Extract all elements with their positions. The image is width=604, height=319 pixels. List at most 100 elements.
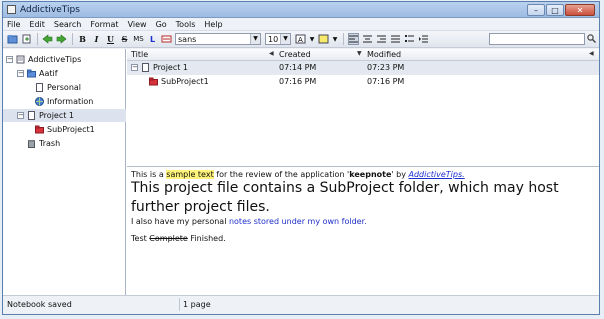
bold-button[interactable]: B <box>77 33 88 45</box>
menu-search[interactable]: Search <box>54 20 81 29</box>
italic-button[interactable]: I <box>91 33 102 45</box>
page-icon <box>36 83 43 92</box>
title-bar: AddictiveTips – □ ✕ <box>3 2 599 18</box>
text-color-dropdown[interactable]: ▼ <box>309 33 315 45</box>
status-message: Notebook saved <box>7 300 72 309</box>
new-folder-button[interactable] <box>7 33 18 45</box>
highlight-color-button[interactable] <box>318 33 329 45</box>
content-pane: Title ◀ Created ▼ Modified ◀ − Project 1… <box>127 49 599 296</box>
align-center-button[interactable] <box>362 33 373 45</box>
row-created: 07:16 PM <box>279 77 317 86</box>
align-center-icon <box>363 35 372 43</box>
page-count: 1 page <box>183 300 211 309</box>
page-icon <box>28 111 35 120</box>
toolbar: B I U S MS L sans ▼ 10 ▼ A ▼ ▼ <box>3 31 599 48</box>
editor-text: This is a <box>131 170 167 179</box>
maximize-button[interactable]: □ <box>546 3 564 16</box>
row-title: Project 1 <box>153 63 189 72</box>
new-folder-icon <box>7 35 18 44</box>
close-button[interactable]: ✕ <box>565 3 595 16</box>
strikethrough-button[interactable]: S <box>119 33 130 45</box>
tree-item-aatif[interactable]: − Aatif <box>17 67 58 80</box>
column-title[interactable]: Title <box>131 50 148 59</box>
row-modified: 07:23 PM <box>367 63 405 72</box>
back-button[interactable] <box>42 33 53 45</box>
blue-text: notes stored under my own folder. <box>228 217 367 226</box>
chevron-down-icon: ▼ <box>250 34 260 44</box>
toolbar-separator <box>72 33 73 45</box>
search-icon[interactable] <box>587 34 596 43</box>
monospace-button[interactable]: MS <box>133 33 144 45</box>
main-area: − AddictiveTips − Aatif Personal Informa… <box>3 49 599 296</box>
tree-item-subproject1[interactable]: SubProject1 <box>35 123 95 136</box>
hyperlink[interactable]: AddictiveTips. <box>409 170 465 179</box>
list-row[interactable]: SubProject1 07:16 PM 07:16 PM <box>127 75 599 89</box>
justify-icon <box>391 35 400 43</box>
collapse-toggle[interactable]: − <box>131 64 138 71</box>
collapse-toggle[interactable]: − <box>17 70 24 77</box>
svg-text:A: A <box>298 36 303 44</box>
toolbar-separator <box>37 33 38 45</box>
tree-item-label: AddictiveTips <box>28 55 82 64</box>
menu-bar: File Edit Search Format View Go Tools He… <box>3 18 599 31</box>
font-size-select[interactable]: 10 ▼ <box>265 33 291 45</box>
font-family-value: sans <box>178 34 197 44</box>
align-right-button[interactable] <box>376 33 387 45</box>
insert-image-button[interactable] <box>161 33 172 45</box>
text-color-button[interactable]: A <box>295 33 306 45</box>
bullet-list-icon <box>405 35 414 42</box>
highlight-color-dropdown[interactable]: ▼ <box>332 33 338 45</box>
page-icon <box>142 63 149 72</box>
forward-button[interactable] <box>56 33 67 45</box>
app-icon <box>7 5 16 14</box>
underline-button[interactable]: U <box>105 33 116 45</box>
tree-item-addictivetips[interactable]: − AddictiveTips <box>6 53 81 66</box>
indent-button[interactable] <box>418 33 429 45</box>
tree-item-project-1[interactable]: − Project 1 <box>3 109 126 122</box>
tree-item-trash[interactable]: Trash <box>27 137 60 150</box>
editor-paragraph: Test Complete Finished. <box>131 234 595 243</box>
sort-arrow-icon: ▼ <box>357 50 362 57</box>
notebook-tree: − AddictiveTips − Aatif Personal Informa… <box>3 49 126 296</box>
search-input[interactable] <box>489 33 585 45</box>
collapse-toggle[interactable]: − <box>17 112 24 119</box>
menu-help[interactable]: Help <box>204 20 222 29</box>
tree-item-personal[interactable]: Personal <box>35 81 81 94</box>
menu-go[interactable]: Go <box>156 20 167 29</box>
chevron-down-icon: ▼ <box>280 34 290 44</box>
highlighted-text: sample text <box>166 170 214 179</box>
app-window: AddictiveTips – □ ✕ File Edit Search For… <box>2 1 600 315</box>
sort-arrow-icon: ◀ <box>589 50 594 57</box>
collapse-toggle[interactable]: − <box>6 56 13 63</box>
list-row[interactable]: − Project 1 07:14 PM 07:23 PM <box>127 61 599 75</box>
list-header: Title ◀ Created ▼ Modified ◀ <box>127 49 599 61</box>
row-modified: 07:16 PM <box>367 77 405 86</box>
bullet-list-button[interactable] <box>404 33 415 45</box>
note-editor[interactable]: This is a sample text for the review of … <box>127 166 599 296</box>
tree-item-label: Information <box>47 97 94 106</box>
column-created[interactable]: Created <box>279 50 311 59</box>
menu-tools[interactable]: Tools <box>176 20 196 29</box>
menu-view[interactable]: View <box>128 20 147 29</box>
justify-button[interactable] <box>390 33 401 45</box>
status-divider <box>179 298 180 311</box>
indent-icon <box>419 35 428 43</box>
bold-text: keepnote <box>349 170 392 179</box>
red-folder-icon <box>35 125 44 134</box>
link-button[interactable]: L <box>147 33 158 45</box>
toolbar-separator <box>343 33 344 45</box>
editor-text: Finished. <box>187 234 226 243</box>
menu-file[interactable]: File <box>7 20 20 29</box>
column-modified[interactable]: Modified <box>367 50 401 59</box>
text-color-icon: A <box>295 34 306 44</box>
editor-text: for the review of the application ' <box>213 170 350 179</box>
tree-item-label: Aatif <box>39 69 58 78</box>
minimize-button[interactable]: – <box>527 3 545 16</box>
menu-edit[interactable]: Edit <box>29 20 45 29</box>
new-page-button[interactable] <box>21 33 32 45</box>
editor-text: I also have my personal <box>131 217 229 226</box>
menu-format[interactable]: Format <box>90 20 118 29</box>
align-left-button[interactable] <box>348 33 359 45</box>
tree-item-information[interactable]: Information <box>35 95 93 108</box>
font-family-select[interactable]: sans ▼ <box>175 33 261 45</box>
